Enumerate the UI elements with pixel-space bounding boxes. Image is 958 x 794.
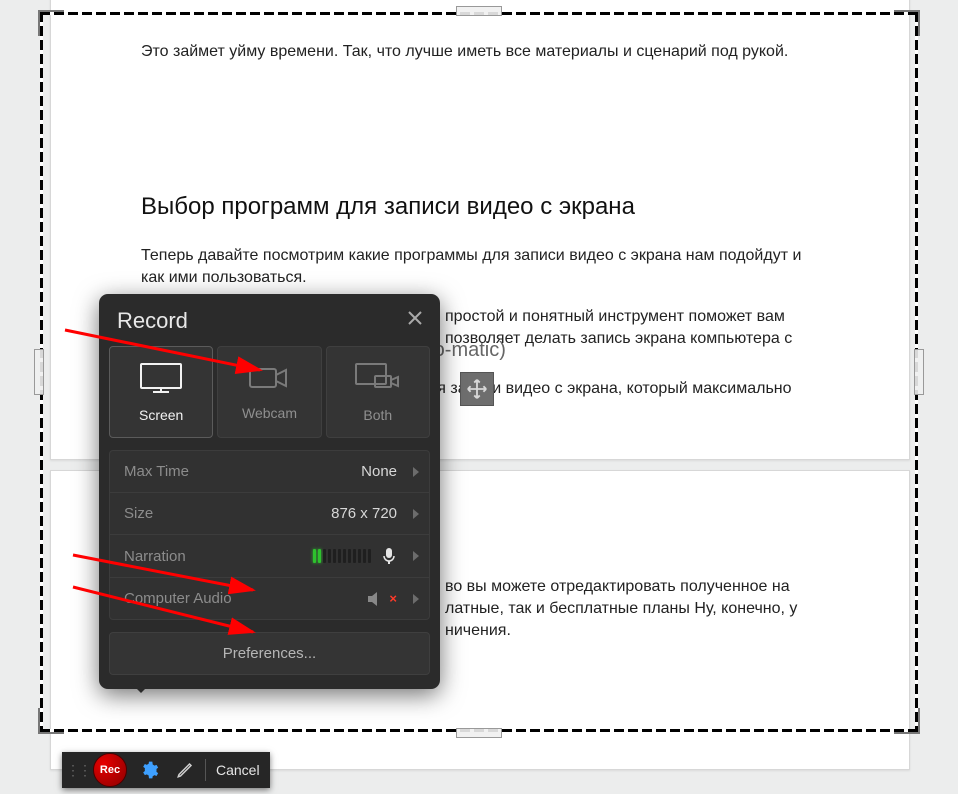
bottom-para-frag2: латные, так и бесплатные планы Ну, конеч… <box>445 600 797 617</box>
max-time-value: None <box>361 463 397 480</box>
setting-row-size[interactable]: Size 876 x 720 <box>110 492 429 534</box>
article-para2-line3: позволяет делать запись экрана компьютер… <box>445 330 792 347</box>
article-heading: Выбор программ для записи видео с экрана <box>141 193 819 221</box>
chevron-right-icon <box>413 467 419 477</box>
drag-grip-icon[interactable]: ⋮⋮ <box>66 762 90 779</box>
record-button-label: Rec <box>100 764 120 776</box>
setting-row-computer-audio[interactable]: Computer Audio × <box>110 577 429 619</box>
move-icon <box>466 378 488 400</box>
mode-tile-both[interactable]: Both <box>326 346 430 438</box>
article-para2-line2: простой и понятный инструмент поможет ва… <box>445 308 785 325</box>
vu-meter <box>313 549 371 563</box>
record-button[interactable]: Rec <box>93 753 127 787</box>
mode-screen-label: Screen <box>139 407 183 423</box>
capture-frame-edge-left <box>40 12 43 732</box>
preferences-button[interactable]: Preferences... <box>109 632 430 675</box>
chevron-right-icon <box>413 594 419 604</box>
settings-button[interactable] <box>135 756 163 784</box>
size-label: Size <box>124 505 153 522</box>
size-value: 876 x 720 <box>331 505 397 522</box>
capture-move-handle[interactable] <box>460 372 494 406</box>
speaker-muted-icon <box>367 591 385 607</box>
cancel-button[interactable]: Cancel <box>216 762 260 778</box>
toolbar-separator <box>205 759 206 781</box>
monitor-icon <box>138 361 184 395</box>
recorder-toolbar: ⋮⋮ Rec Cancel <box>62 752 270 788</box>
capture-handle-right[interactable] <box>914 349 924 395</box>
chevron-right-icon <box>413 551 419 561</box>
article-intro-top: Это займет уйму времени. Так, что лучше … <box>141 41 819 63</box>
setting-row-max-time[interactable]: Max Time None <box>110 451 429 492</box>
capture-frame-edge-right <box>915 12 918 732</box>
record-panel-title: Record <box>117 308 188 334</box>
computer-audio-label: Computer Audio <box>124 590 232 607</box>
gear-icon <box>139 760 159 780</box>
pencil-icon <box>176 761 194 779</box>
draw-button[interactable] <box>171 756 199 784</box>
record-settings-list: Max Time None Size 876 x 720 Narration <box>109 450 430 620</box>
mode-tile-screen[interactable]: Screen <box>109 346 213 438</box>
setting-row-narration[interactable]: Narration <box>110 534 429 577</box>
record-panel: Record Screen Webcam <box>99 294 440 689</box>
close-button[interactable] <box>406 309 424 333</box>
mute-x-icon: × <box>389 591 397 606</box>
both-icon <box>353 361 403 395</box>
close-icon <box>406 309 424 327</box>
bottom-para-frag1: во вы можете отредактировать полученное … <box>445 578 790 595</box>
narration-label: Narration <box>124 548 186 565</box>
mode-both-label: Both <box>363 407 392 423</box>
article-para1: Теперь давайте посмотрим какие программы… <box>141 245 819 289</box>
bottom-para-frag3: ничения. <box>445 622 511 639</box>
chevron-right-icon <box>413 509 419 519</box>
mode-tile-webcam[interactable]: Webcam <box>217 346 321 438</box>
max-time-label: Max Time <box>124 463 189 480</box>
microphone-icon <box>381 547 397 565</box>
webcam-icon <box>246 363 292 393</box>
record-mode-tiles: Screen Webcam Both <box>99 346 440 438</box>
capture-handle-left[interactable] <box>34 349 44 395</box>
mode-webcam-label: Webcam <box>242 405 297 421</box>
